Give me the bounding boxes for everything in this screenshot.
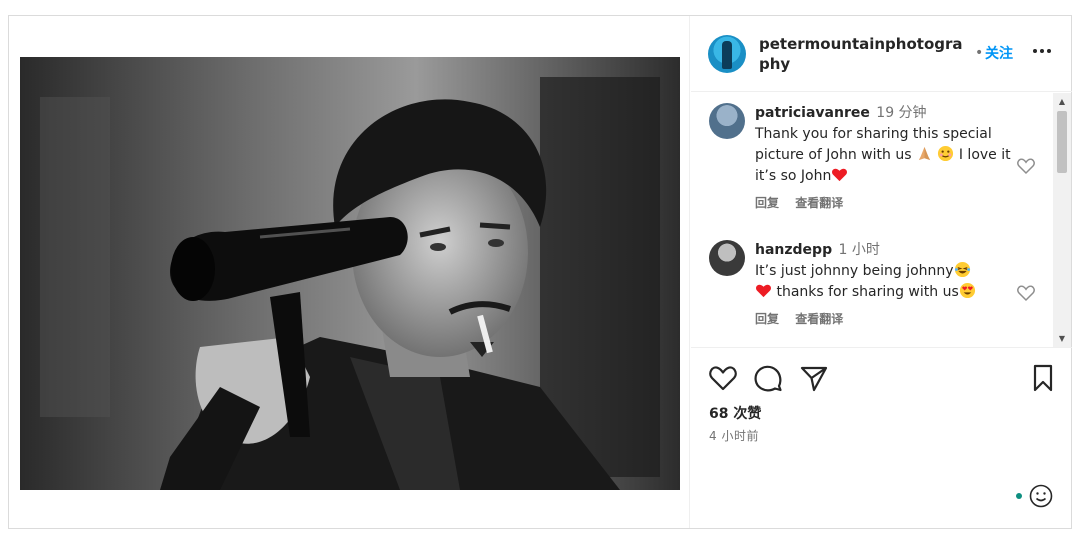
comment-body: hanzdepp 1 小时 It’s just johnny being joh… — [755, 240, 1017, 330]
red-heart-emoji — [756, 284, 771, 298]
heart-eyes-face-emoji — [959, 282, 975, 299]
comment-text: Thank you for sharing this special pictu… — [755, 126, 1011, 184]
author-username[interactable]: petermountainphotography — [759, 34, 973, 74]
reply-button[interactable]: 回复 — [755, 196, 779, 210]
author-avatar[interactable] — [708, 35, 746, 73]
red-heart-emoji — [832, 168, 848, 182]
scrollbar-thumb[interactable] — [1057, 111, 1067, 173]
comment-actions: 回复 查看翻译 — [755, 309, 1017, 330]
comment-time: 19 分钟 — [876, 105, 927, 121]
comments-scrollbar[interactable]: ▲ ▼ — [1053, 93, 1071, 347]
share-send-icon[interactable] — [798, 362, 830, 394]
commenter-avatar[interactable] — [709, 240, 745, 276]
comment-time: 1 小时 — [838, 242, 880, 258]
status-dot — [1016, 493, 1022, 499]
post-card: petermountainphotography • 关注 patriciava… — [8, 15, 1072, 529]
photo-illustration — [20, 57, 680, 490]
comment-like-heart-icon[interactable] — [1016, 283, 1036, 303]
comment-text: It’s just johnny being johnny thanks for… — [755, 261, 1017, 303]
post-timestamp: 4 小时前 — [709, 429, 759, 443]
comment-username[interactable]: patriciavanree — [755, 105, 870, 121]
save-bookmark-icon[interactable] — [1027, 362, 1059, 394]
comment-username[interactable]: hanzdepp — [755, 242, 832, 258]
scroll-down-arrow-icon[interactable]: ▼ — [1053, 332, 1071, 346]
folded-hands-emoji — [918, 146, 931, 161]
smiling-face-emoji — [938, 145, 954, 162]
separator-dot: • — [975, 45, 984, 61]
post-header: petermountainphotography • 关注 — [691, 16, 1072, 92]
likes-count[interactable]: 68 次赞 — [709, 403, 761, 423]
comment-actions: 回复 查看翻译 — [755, 193, 1017, 214]
laughing-face-emoji — [954, 261, 970, 278]
comments-list[interactable]: patriciavanree 19 分钟 Thank you for shari… — [691, 93, 1072, 348]
comment-body: patriciavanree 19 分钟 Thank you for shari… — [755, 103, 1017, 214]
media-pane — [9, 16, 690, 528]
more-options-icon[interactable] — [1029, 38, 1055, 64]
comment-like-heart-icon[interactable] — [1016, 156, 1036, 176]
follow-button[interactable]: 关注 — [985, 43, 1013, 63]
emoji-picker-icon[interactable] — [1029, 484, 1053, 508]
comment-icon[interactable] — [752, 362, 784, 394]
commenter-avatar[interactable] — [709, 103, 745, 139]
post-photo[interactable] — [20, 57, 680, 490]
post-sidebar: petermountainphotography • 关注 patriciava… — [691, 16, 1072, 528]
post-actions-bar — [691, 362, 1072, 398]
like-heart-icon[interactable] — [707, 362, 739, 394]
see-translation-button[interactable]: 查看翻译 — [795, 196, 843, 210]
see-translation-button[interactable]: 查看翻译 — [795, 312, 843, 326]
scroll-up-arrow-icon[interactable]: ▲ — [1053, 95, 1071, 109]
reply-button[interactable]: 回复 — [755, 312, 779, 326]
